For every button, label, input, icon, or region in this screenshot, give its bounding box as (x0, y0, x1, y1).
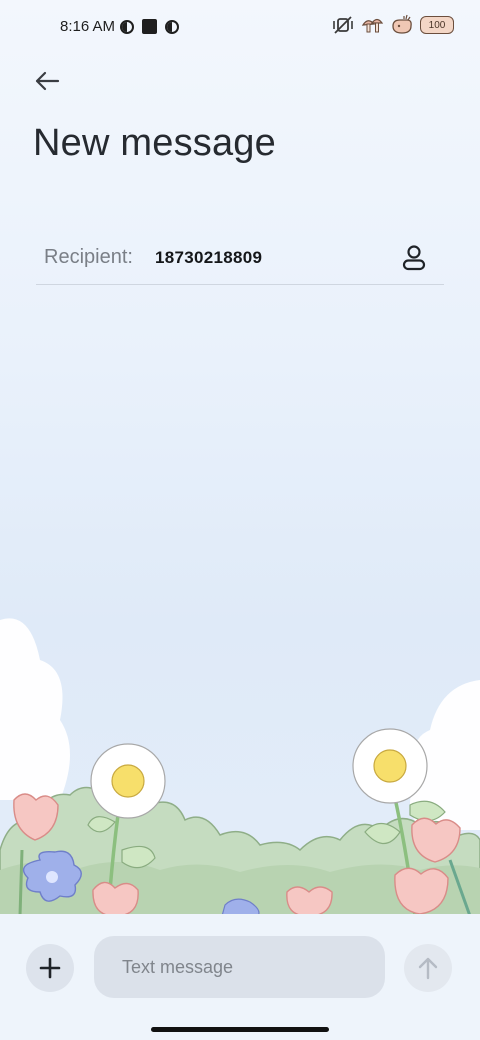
attach-button[interactable] (26, 944, 74, 992)
vpn-circle-icon (165, 19, 179, 34)
status-bar: 8:16 AM 100 (0, 0, 480, 56)
recipient-value[interactable]: 18730218809 (155, 248, 262, 268)
send-button[interactable] (404, 944, 452, 992)
message-composer: Text message (0, 914, 480, 1040)
status-right-icons: 100 (332, 14, 454, 36)
mushroom-icon (361, 18, 384, 33)
status-left-icons (120, 19, 179, 34)
home-indicator[interactable] (151, 1027, 329, 1032)
vpn-circle-icon (120, 19, 134, 34)
arrow-up-icon (418, 957, 438, 980)
arrow-left-icon (35, 71, 60, 91)
flower-background-illustration (0, 618, 480, 916)
person-icon (402, 245, 426, 271)
contact-picker-button[interactable] (398, 242, 430, 274)
back-button[interactable] (30, 64, 64, 98)
square-notification-icon (142, 19, 157, 34)
page-title: New message (33, 122, 276, 164)
battery-icon: 100 (420, 16, 454, 34)
recipient-row[interactable]: Recipient: 18730218809 (36, 232, 444, 285)
plus-icon (39, 957, 61, 979)
battery-level: 100 (428, 19, 446, 31)
status-time: 8:16 AM (60, 18, 116, 35)
message-input-placeholder: Text message (122, 956, 234, 977)
message-input[interactable]: Text message (94, 936, 385, 998)
mute-vibrate-icon (333, 16, 353, 34)
recipient-label: Recipient: (44, 246, 133, 268)
sticker-icon (392, 14, 412, 34)
